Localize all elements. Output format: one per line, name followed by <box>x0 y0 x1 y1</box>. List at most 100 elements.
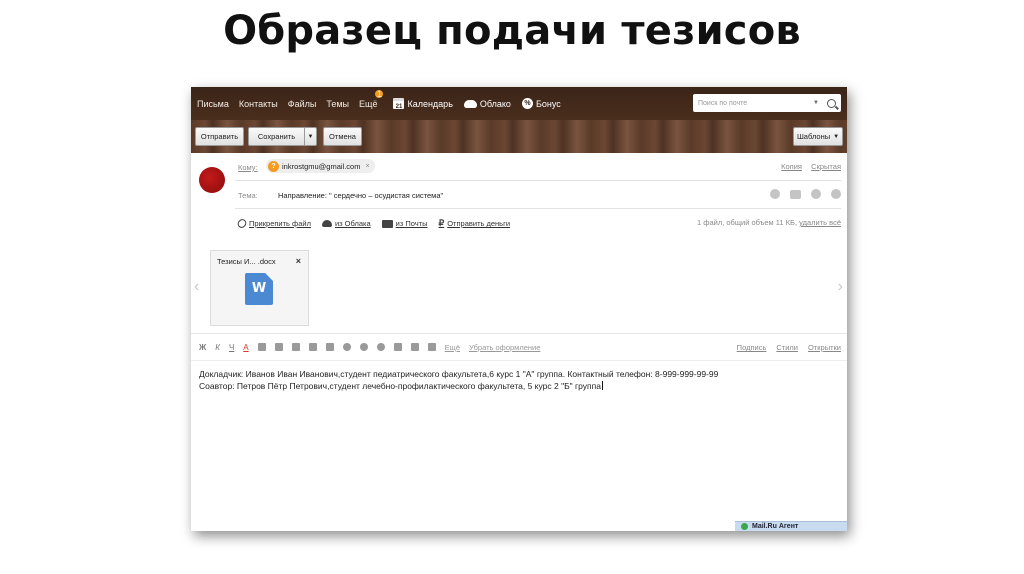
top-navigation: Письма Контакты Файлы Темы Ещё 1 21 Кале… <box>191 87 847 120</box>
mail-window: Письма Контакты Файлы Темы Ещё 1 21 Кале… <box>191 87 847 531</box>
subject-tools <box>770 189 841 199</box>
attachment-card[interactable]: Тезисы И... .docx × W <box>210 250 309 326</box>
styles-link[interactable]: Стили <box>776 343 798 352</box>
bcc-link[interactable]: Скрытая <box>811 162 841 171</box>
nav-contacts[interactable]: Контакты <box>239 99 278 109</box>
unknown-contact-icon: ? <box>268 160 279 172</box>
image-icon[interactable] <box>790 189 801 199</box>
file-info: 1 файл, общий объем 11 КБ, удалить всё <box>697 218 841 227</box>
bonus-icon: % <box>521 98 533 109</box>
nav-themes[interactable]: Темы <box>326 99 349 109</box>
more-format-link[interactable]: Ещё <box>445 343 460 352</box>
nav-files[interactable]: Файлы <box>288 99 317 109</box>
cloud-icon <box>321 220 332 227</box>
subject-label: Тема: <box>238 191 258 200</box>
chevron-right-icon[interactable]: › <box>838 278 843 296</box>
word-document-icon: W <box>245 273 273 305</box>
underline-button[interactable]: Ч <box>229 343 234 352</box>
send-money-link[interactable]: ₽ Отправить деньги <box>438 218 510 229</box>
align-icon[interactable] <box>291 343 300 351</box>
from-mail-link[interactable]: из Почты <box>381 219 428 228</box>
format-toolbar: Ж К Ч А Ещё Убрать оформление Подпись Ст… <box>191 334 847 361</box>
close-icon[interactable]: × <box>365 163 369 170</box>
bonus-label: Бонус <box>535 98 561 109</box>
main-nav: Письма Контакты Файлы Темы Ещё 1 <box>197 89 384 109</box>
attach-links: Прикрепить файл из Облака из Почты ₽ Отпр… <box>236 217 510 230</box>
cloud-label: Облако <box>479 98 511 109</box>
highlight-icon[interactable] <box>257 343 266 351</box>
avatar <box>199 167 225 193</box>
recipient-email: inkrostgmu@gmail.com <box>282 161 361 171</box>
search-placeholder: Поиск по почте <box>698 99 748 107</box>
undo-icon[interactable] <box>359 343 368 351</box>
from-mail-label: из Почты <box>395 219 428 228</box>
format-right-links: Подпись Стили Открытки <box>737 343 841 352</box>
bold-button[interactable]: Ж <box>199 343 206 352</box>
send-money-label: Отправить деньги <box>447 219 511 228</box>
file-info-text: 1 файл, общий объем 11 КБ, <box>697 218 798 227</box>
bonus-link[interactable]: % Бонус <box>521 98 561 109</box>
notification-badge: 1 <box>375 88 384 99</box>
redo-icon[interactable] <box>376 343 385 351</box>
send-button[interactable]: Отправить <box>195 127 244 146</box>
divider <box>235 208 841 209</box>
attach-file-link[interactable]: Прикрепить файл <box>236 217 311 230</box>
bell-icon[interactable] <box>811 189 821 199</box>
chevron-left-icon[interactable]: ‹ <box>194 278 199 296</box>
subject-field[interactable]: Направление: " сердечно – осудистая сист… <box>278 191 443 200</box>
italic-button[interactable]: К <box>215 343 220 352</box>
font-size-icon[interactable] <box>274 343 283 351</box>
calendar-icon: 21 <box>393 98 405 110</box>
smiley-icon[interactable] <box>342 343 351 351</box>
save-dropdown-button[interactable]: ▼ <box>305 127 317 146</box>
cloud-link[interactable]: Облако <box>463 98 511 109</box>
clear-format-link[interactable]: Убрать оформление <box>469 343 540 352</box>
nav-more-label: Ещё <box>359 98 378 109</box>
divider <box>235 180 841 181</box>
nav-letters[interactable]: Письма <box>197 99 229 109</box>
recipient-chip[interactable]: ? inkrostgmu@gmail.com × <box>266 159 375 173</box>
clock-icon[interactable] <box>831 189 841 199</box>
postcards-link[interactable]: Открытки <box>808 343 841 352</box>
info-icon[interactable] <box>770 189 780 199</box>
cc-link[interactable]: Копия <box>781 162 802 171</box>
envelope-icon <box>381 219 393 228</box>
cancel-button[interactable]: Отмена <box>323 127 362 146</box>
attachments-area: ‹ Тезисы И... .docx × W › <box>191 250 847 334</box>
chevron-down-icon: ▼ <box>833 133 840 140</box>
save-button[interactable]: Сохранить <box>248 127 305 146</box>
templates-label: Шаблоны <box>796 132 831 141</box>
from-cloud-link[interactable]: из Облака <box>321 219 371 228</box>
body-line: Соавтор: Петров Пётр Петрович,студент ле… <box>199 381 601 391</box>
search-dropdown-icon[interactable]: ▼ <box>813 100 819 106</box>
to-label[interactable]: Кому: <box>238 163 258 172</box>
paperclip-icon <box>236 217 248 230</box>
remove-attachment-icon[interactable]: × <box>296 256 301 266</box>
signature-link[interactable]: Подпись <box>737 343 767 352</box>
delete-all-link[interactable]: удалить всё <box>799 218 841 227</box>
nav-more[interactable]: Ещё 1 <box>359 89 384 109</box>
from-cloud-label: из Облака <box>334 219 371 228</box>
mail-agent-bar[interactable]: Mail.Ru Агент <box>735 521 847 531</box>
calendar-label: Календарь <box>407 98 453 109</box>
insert-image-icon[interactable] <box>393 343 402 351</box>
slide-title: Образец подачи тезисов <box>223 8 801 54</box>
calendar-link[interactable]: 21 Календарь <box>393 98 453 110</box>
search-input[interactable]: Поиск по почте ▼ <box>693 94 841 112</box>
quote-icon[interactable] <box>410 343 419 351</box>
mail-agent-label: Mail.Ru Агент <box>752 523 799 530</box>
message-body[interactable]: Докладчик: Иванов Иван Иванович,студент … <box>191 361 847 399</box>
body-line: Докладчик: Иванов Иван Иванович,студент … <box>199 369 719 379</box>
list-icon[interactable] <box>325 343 334 351</box>
translate-icon[interactable] <box>427 343 436 351</box>
status-icon <box>741 523 748 530</box>
templates-button[interactable]: Шаблоны ▼ <box>793 127 843 146</box>
indent-icon[interactable] <box>308 343 317 351</box>
app-links: 21 Календарь Облако % Бонус <box>393 98 561 110</box>
compose-header: Кому: ? inkrostgmu@gmail.com × Копия Скр… <box>191 153 847 250</box>
body-line-cursor: Соавтор: Петров Пётр Петрович,студент ле… <box>199 380 839 392</box>
ruble-icon: ₽ <box>438 218 445 228</box>
text-color-button[interactable]: А <box>243 343 248 352</box>
chevron-down-icon: ▼ <box>307 133 314 140</box>
search-icon[interactable] <box>827 98 836 108</box>
